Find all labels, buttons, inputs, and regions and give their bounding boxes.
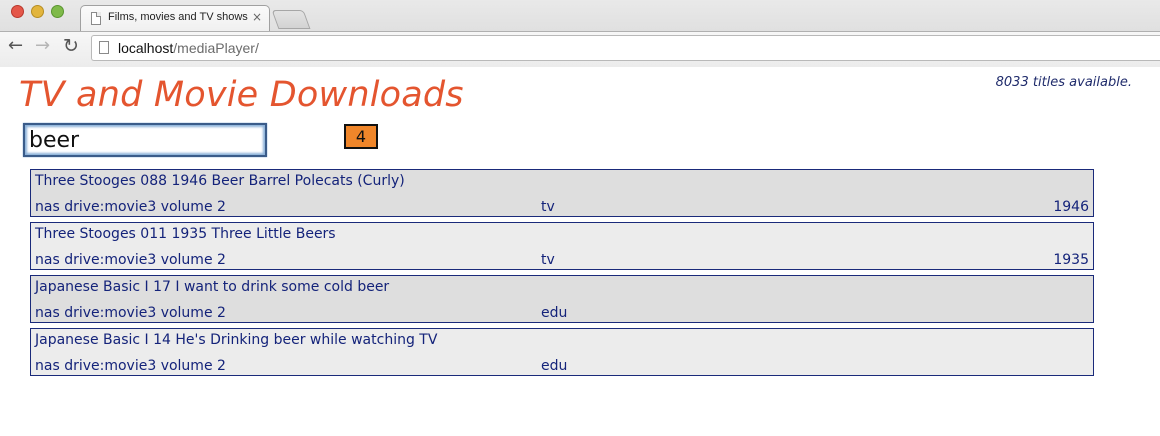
browser-tab[interactable]: Films, movies and TV shows × xyxy=(80,5,270,31)
window-close-button[interactable] xyxy=(11,5,24,18)
new-tab-button[interactable] xyxy=(271,10,311,29)
tab-title: Films, movies and TV shows xyxy=(108,11,248,23)
result-count-badge: 4 xyxy=(344,124,378,149)
back-icon[interactable]: ← xyxy=(8,36,23,56)
url-path: /mediaPlayer/ xyxy=(173,40,259,56)
results-list: Three Stooges 088 1946 Beer Barrel Polec… xyxy=(30,169,1094,381)
result-drive: nas drive:movie3 volume 2 xyxy=(35,252,226,268)
result-title: Japanese Basic I 17 I want to drink some… xyxy=(35,279,390,295)
url-host: localhost xyxy=(118,40,174,56)
result-item[interactable]: Japanese Basic I 17 I want to drink some… xyxy=(30,275,1094,323)
result-title: Three Stooges 011 1935 Three Little Beer… xyxy=(35,226,336,242)
reload-icon[interactable]: ↻ xyxy=(63,36,79,56)
result-type: tv xyxy=(541,199,555,215)
result-item[interactable]: Three Stooges 088 1946 Beer Barrel Polec… xyxy=(30,169,1094,217)
browser-chrome: Films, movies and TV shows × ← → ↻ local… xyxy=(0,0,1160,67)
page-title: TV and Movie Downloads xyxy=(19,75,464,115)
result-year: 1946 xyxy=(1053,199,1089,215)
result-drive: nas drive:movie3 volume 2 xyxy=(35,358,226,374)
tab-close-icon[interactable]: × xyxy=(252,10,262,24)
page-icon xyxy=(99,41,109,54)
result-title: Three Stooges 088 1946 Beer Barrel Polec… xyxy=(35,173,405,189)
page-content: TV and Movie Downloads 8033 titles avail… xyxy=(0,67,1160,436)
result-drive: nas drive:movie3 volume 2 xyxy=(35,305,226,321)
titles-available-count: 8033 titles available. xyxy=(995,75,1132,90)
result-type: edu xyxy=(541,305,568,321)
address-bar[interactable]: localhost/mediaPlayer/ xyxy=(91,35,1160,61)
window-maximize-button[interactable] xyxy=(51,5,64,18)
result-item[interactable]: Japanese Basic I 14 He's Drinking beer w… xyxy=(30,328,1094,376)
result-type: edu xyxy=(541,358,568,374)
url-text: localhost/mediaPlayer/ xyxy=(118,40,259,56)
forward-icon[interactable]: → xyxy=(35,36,50,56)
result-drive: nas drive:movie3 volume 2 xyxy=(35,199,226,215)
result-year: 1935 xyxy=(1053,252,1089,268)
browser-toolbar: ← → ↻ localhost/mediaPlayer/ xyxy=(0,31,1160,67)
result-title: Japanese Basic I 14 He's Drinking beer w… xyxy=(35,332,438,348)
window-minimize-button[interactable] xyxy=(31,5,44,18)
search-input[interactable] xyxy=(23,123,267,157)
page-icon xyxy=(91,12,101,25)
result-type: tv xyxy=(541,252,555,268)
result-item[interactable]: Three Stooges 011 1935 Three Little Beer… xyxy=(30,222,1094,270)
